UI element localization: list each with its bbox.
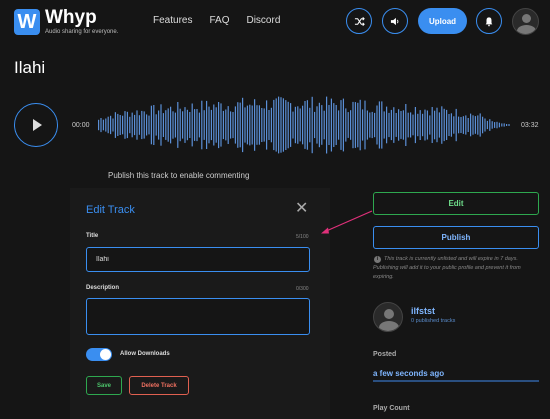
whyp-logo[interactable]: W Whyp Audio sharing for everyone. — [14, 8, 118, 36]
title-input[interactable] — [86, 247, 310, 272]
bell-icon — [485, 16, 493, 26]
play-icon — [33, 119, 42, 131]
unlisted-info-text: This track is currently unlisted and wil… — [373, 256, 521, 280]
commenting-notice: Publish this track to enable commenting — [108, 171, 250, 180]
publish-button[interactable]: Publish — [373, 226, 539, 249]
waveform[interactable] — [98, 94, 510, 156]
volume-icon — [390, 17, 398, 25]
edit-track-heading: Edit Track — [86, 204, 135, 216]
logo-mark: W — [14, 9, 40, 35]
play-button[interactable] — [14, 103, 58, 147]
user-avatar-icon[interactable] — [512, 8, 539, 35]
logo-name: Whyp — [45, 7, 97, 28]
title-label: Title — [86, 233, 99, 239]
volume-button[interactable] — [382, 8, 408, 34]
nav-faq[interactable]: FAQ — [209, 15, 229, 26]
description-input[interactable] — [86, 298, 310, 335]
allow-downloads-label: Allow Downloads — [120, 351, 170, 357]
time-total: 03:32 — [521, 122, 539, 129]
allow-downloads-toggle[interactable] — [86, 348, 112, 361]
time-current: 00:00 — [72, 122, 90, 129]
pointer-arrow — [321, 210, 373, 234]
main-nav: Features FAQ Discord — [153, 15, 280, 26]
track-title: Ilahi — [14, 58, 46, 77]
uploader-name[interactable]: ilfstst — [411, 306, 435, 316]
toggle-knob — [100, 349, 111, 360]
description-label: Description — [86, 285, 120, 291]
uploader-avatar-icon[interactable] — [373, 302, 403, 332]
posted-divider — [373, 380, 539, 382]
nav-features[interactable]: Features — [153, 15, 192, 26]
posted-label: Posted — [373, 351, 397, 358]
posted-time: a few seconds ago — [373, 369, 445, 378]
edit-button[interactable]: Edit — [373, 192, 539, 215]
delete-track-button[interactable]: Delete Track — [129, 376, 189, 395]
uploader-track-count: 0 published tracks — [411, 318, 456, 324]
save-button[interactable]: Save — [86, 376, 122, 395]
play-count-label: Play Count — [373, 405, 410, 412]
upload-button[interactable]: Upload — [418, 8, 467, 34]
shuffle-button[interactable] — [346, 8, 372, 34]
notifications-button[interactable] — [476, 8, 502, 34]
shuffle-icon — [354, 16, 365, 26]
description-char-count: 0/300 — [296, 286, 309, 292]
title-char-count: 5/100 — [296, 234, 309, 240]
logo-tagline: Audio sharing for everyone. — [45, 29, 119, 35]
nav-discord[interactable]: Discord — [246, 15, 280, 26]
close-icon[interactable]: ✕ — [295, 201, 308, 217]
